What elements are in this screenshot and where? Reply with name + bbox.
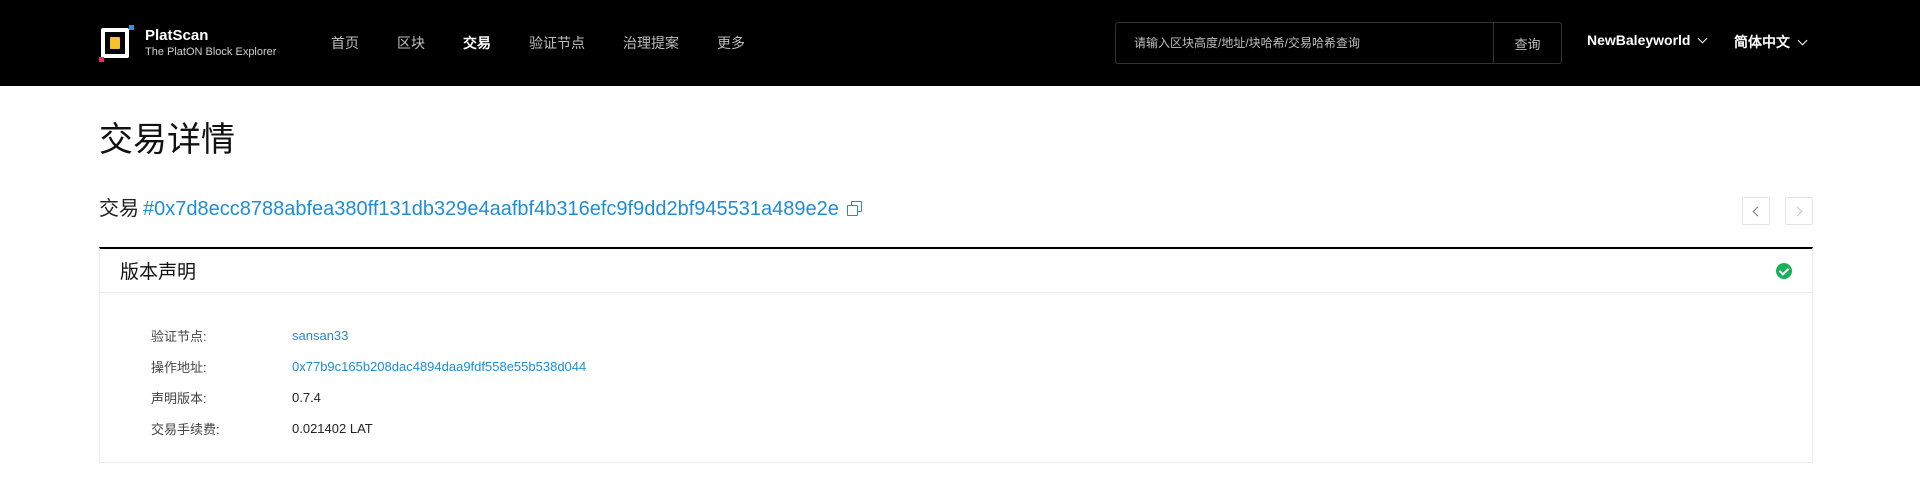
main-nav: 首页 区块 交易 验证节点 治理提案 更多 [331, 0, 783, 86]
top-header: PlatScan The PlatON Block Explorer 首页 区块… [0, 0, 1920, 86]
platscan-logo[interactable]: PlatScan The PlatON Block Explorer [99, 20, 319, 66]
prev-transaction-button[interactable] [1742, 197, 1770, 225]
detail-row-validator: 验证节点: sansan33 [151, 320, 586, 351]
language-select[interactable]: 简体中文 [1734, 32, 1808, 52]
validator-link[interactable]: sansan33 [292, 328, 348, 343]
platscan-logo-icon [99, 24, 134, 62]
detail-label: 验证节点: [151, 329, 207, 344]
detail-list: 验证节点: sansan33 操作地址: 0x77b9c165b208dac48… [151, 320, 586, 444]
transaction-fee-value: 0.021402 LAT [292, 421, 373, 436]
detail-label: 操作地址: [151, 360, 207, 375]
nav-item-transactions[interactable]: 交易 [463, 33, 491, 53]
detail-row-fee: 交易手续费: 0.021402 LAT [151, 413, 586, 444]
detail-label: 交易手续费: [151, 422, 220, 437]
card-title: 版本声明 [120, 262, 197, 283]
nav-item-validators[interactable]: 验证节点 [529, 33, 585, 53]
search-button[interactable]: 查询 [1493, 23, 1561, 63]
card-header: 版本声明 [100, 249, 1812, 293]
chevron-left-icon [1752, 206, 1763, 216]
language-label: 简体中文 [1734, 34, 1790, 50]
chevron-right-icon [1792, 206, 1803, 216]
transaction-label: 交易 [99, 198, 139, 220]
copy-icon[interactable] [846, 201, 863, 217]
search-input[interactable] [1116, 23, 1493, 63]
detail-row-version: 声明版本: 0.7.4 [151, 382, 586, 413]
search-box: 查询 [1115, 22, 1562, 64]
logo-subtitle: The PlatON Block Explorer [145, 46, 277, 58]
transaction-detail-card: 版本声明 验证节点: sansan33 操作地址: 0x77b9c165b208… [99, 247, 1813, 463]
next-transaction-button[interactable] [1785, 197, 1813, 225]
nav-item-more[interactable]: 更多 [717, 33, 745, 53]
operator-address-link[interactable]: 0x77b9c165b208dac4894daa9fdf558e55b538d0… [292, 359, 586, 374]
declared-version-value: 0.7.4 [292, 390, 321, 405]
nav-item-blocks[interactable]: 区块 [397, 33, 425, 53]
chevron-down-icon [1797, 35, 1808, 45]
page-title: 交易详情 [99, 121, 235, 159]
nav-item-proposals[interactable]: 治理提案 [623, 33, 679, 53]
chevron-down-icon [1698, 33, 1708, 43]
transaction-hash-row: 交易 #0x7d8ecc8788abfea380ff131db329e4aafb… [99, 196, 863, 222]
detail-label: 声明版本: [151, 391, 207, 406]
nav-item-home[interactable]: 首页 [331, 33, 359, 53]
detail-row-address: 操作地址: 0x77b9c165b208dac4894daa9fdf558e55… [151, 351, 586, 382]
network-select[interactable]: NewBaleyworld [1587, 32, 1708, 48]
transaction-hash[interactable]: #0x7d8ecc8788abfea380ff131db329e4aafbf4b… [143, 196, 839, 222]
network-label: NewBaleyworld [1587, 32, 1691, 48]
logo-title: PlatScan [145, 27, 209, 44]
check-circle-icon [1776, 262, 1792, 279]
